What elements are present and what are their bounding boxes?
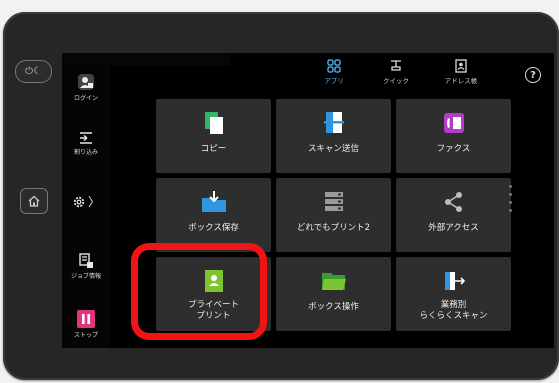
- tile-label: 業務別 らくらくスキャン: [419, 300, 488, 322]
- gear-icon: [73, 196, 85, 207]
- tile-external-access[interactable]: 外部アクセス: [396, 178, 511, 252]
- power-sleep-icon: ⏻☾: [25, 66, 42, 77]
- fax-icon: [443, 113, 464, 133]
- help-icon: ?: [530, 69, 536, 81]
- tile-label: ファクス: [436, 144, 471, 154]
- expand-chevron-icon: 〉: [87, 195, 100, 209]
- job-info-icon: [79, 253, 93, 268]
- tile-any-print[interactable]: どれでもプリント2: [276, 178, 391, 252]
- tab-label: アプリ: [324, 77, 344, 85]
- scan-send-icon: [323, 112, 344, 133]
- tile-copy[interactable]: コピー: [156, 99, 271, 173]
- sidebar-item-stop[interactable]: ストップ: [62, 310, 110, 339]
- tab-label: クイック: [383, 77, 409, 85]
- user-lock-icon: [78, 74, 94, 90]
- sidebar: ログイン 割り込み 〉 ジョブ情報 ストップ: [62, 65, 110, 348]
- sidebar-item-label: ログイン: [73, 95, 98, 102]
- home-icon: [28, 195, 40, 207]
- stop-icon: [77, 310, 95, 328]
- sidebar-item-interrupt[interactable]: 割り込み: [62, 131, 110, 156]
- tab-quick[interactable]: クイック: [368, 59, 424, 94]
- sidebar-item-label: ジョブ情報: [70, 273, 101, 280]
- box-operate-icon: [321, 273, 346, 290]
- easy-scan-icon: [444, 272, 465, 290]
- tile-box-operate[interactable]: ボックス操作: [276, 257, 391, 331]
- any-print-icon: [324, 192, 343, 211]
- tile-easy-scan[interactable]: 業務別 らくらくスキャン: [396, 257, 511, 331]
- sidebar-item-label: 割り込み: [73, 149, 98, 156]
- tile-label: スキャン送信: [307, 144, 359, 154]
- tab-apps[interactable]: アプリ: [306, 59, 362, 94]
- tile-label: ボックス操作: [308, 302, 359, 312]
- tile-fax[interactable]: ファクス: [396, 99, 511, 173]
- tile-label: ボックス保存: [188, 223, 239, 233]
- tile-scan-send[interactable]: スキャン送信: [276, 99, 391, 173]
- box-save-icon: [201, 191, 226, 212]
- home-button[interactable]: [20, 188, 48, 214]
- tab-label: アドレス帳: [444, 77, 478, 85]
- address-book-icon: [455, 59, 467, 73]
- apps-grid-icon: [327, 59, 341, 73]
- tile-label: 外部アクセス: [428, 223, 479, 233]
- share-icon: [444, 192, 462, 212]
- tile-label: どれでもプリント2: [296, 223, 371, 233]
- highlight-box-private-print: [131, 243, 267, 340]
- help-button[interactable]: ?: [525, 67, 541, 83]
- copy-icon: [204, 112, 223, 134]
- power-sleep-button[interactable]: ⏻☾: [15, 60, 52, 83]
- sidebar-item-login[interactable]: ログイン: [62, 73, 110, 102]
- tile-box-save[interactable]: ボックス保存: [156, 178, 271, 252]
- interrupt-icon: [80, 132, 92, 144]
- quick-icon: [391, 60, 401, 71]
- page-indicator-dots: [509, 185, 513, 217]
- tile-label: コピー: [200, 144, 227, 154]
- sidebar-item-label: ストップ: [73, 332, 98, 339]
- sidebar-item-settings[interactable]: 〉: [62, 193, 110, 210]
- tab-address-book[interactable]: アドレス帳: [433, 59, 489, 94]
- sidebar-item-job-info[interactable]: ジョブ情報: [62, 253, 110, 280]
